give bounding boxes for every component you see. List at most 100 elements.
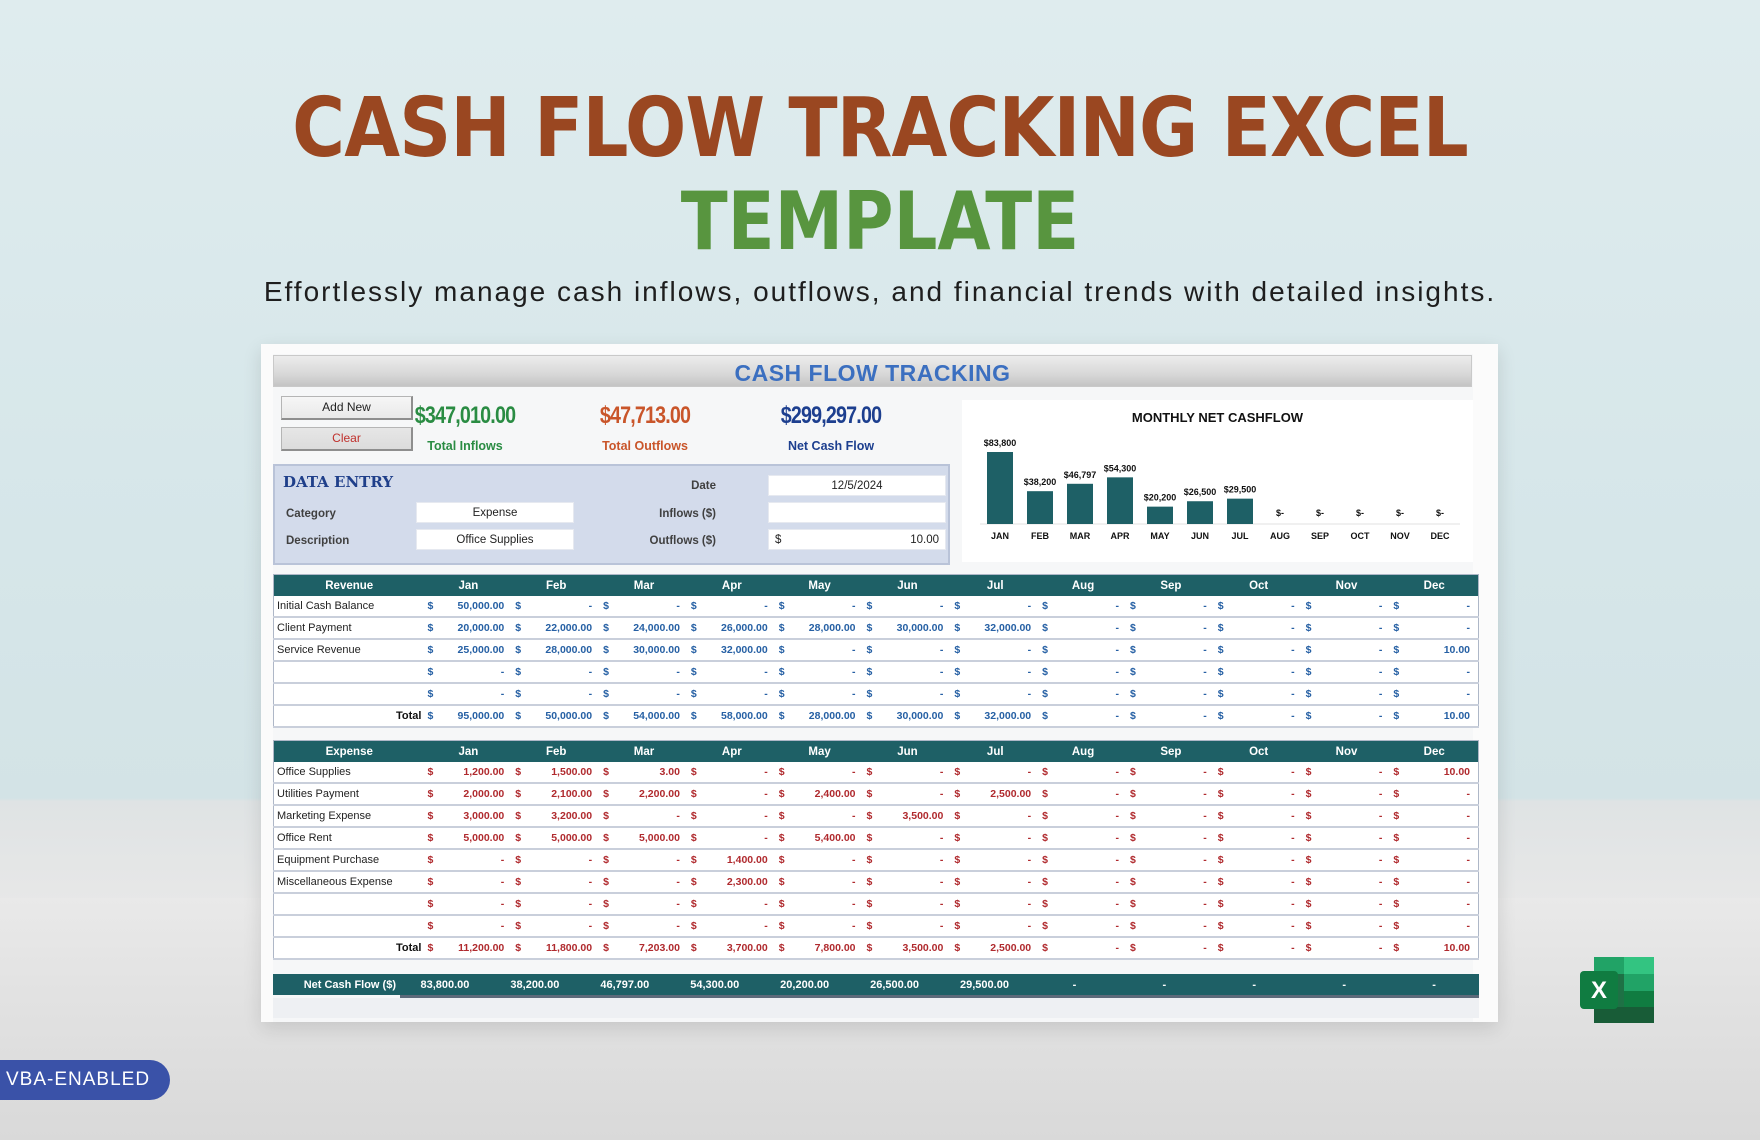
cell-value[interactable]: 1,500.00 (528, 762, 601, 784)
row-name[interactable]: Utilities Payment (273, 783, 425, 806)
cell-value[interactable]: - (1319, 617, 1391, 640)
cell-value[interactable]: - (967, 871, 1040, 894)
cell-value[interactable]: 1,400.00 (704, 849, 776, 872)
cell-value[interactable]: - (441, 683, 513, 706)
cell-value[interactable]: 3.00 (616, 762, 688, 784)
cell-value[interactable]: - (880, 871, 952, 894)
cell-value[interactable]: - (880, 827, 952, 850)
cell-value[interactable]: - (967, 827, 1040, 850)
cell-value[interactable]: 2,100.00 (528, 783, 601, 806)
cell-value[interactable]: - (1143, 827, 1215, 850)
date-field[interactable]: 12/5/2024 (768, 475, 946, 496)
cell-value[interactable]: - (1055, 639, 1127, 662)
cell-value[interactable]: 32,000.00 (704, 639, 776, 662)
inflows-field[interactable] (768, 502, 946, 523)
cell-value[interactable]: - (792, 683, 864, 706)
cell-value[interactable]: 3,500.00 (880, 805, 952, 828)
cell-value[interactable]: - (1319, 639, 1391, 662)
cell-value[interactable]: - (880, 762, 952, 784)
outflows-field[interactable]: $ 10.00 (768, 529, 946, 550)
cell-value[interactable]: 30,000.00 (616, 639, 688, 662)
cell-value[interactable]: - (1231, 893, 1303, 916)
cell-value[interactable]: 32,000.00 (967, 617, 1040, 640)
cell-value[interactable]: - (616, 915, 688, 938)
cell-value[interactable]: - (1407, 805, 1479, 828)
cell-value[interactable]: - (616, 893, 688, 916)
cell-value[interactable]: 5,000.00 (616, 827, 688, 850)
cell-value[interactable]: - (441, 893, 513, 916)
cell-value[interactable]: - (1231, 596, 1303, 618)
cell-value[interactable]: - (1407, 617, 1479, 640)
cell-value[interactable]: - (616, 661, 688, 684)
cell-value[interactable]: 10.00 (1407, 762, 1479, 784)
cell-value[interactable]: - (1055, 893, 1127, 916)
cell-value[interactable]: 28,000.00 (528, 639, 601, 662)
cell-value[interactable]: - (792, 871, 864, 894)
cell-value[interactable]: - (1055, 683, 1127, 706)
cell-value[interactable]: - (441, 871, 513, 894)
cell-value[interactable]: - (616, 805, 688, 828)
cell-value[interactable]: 2,500.00 (967, 783, 1040, 806)
cell-value[interactable]: - (1319, 683, 1391, 706)
cell-value[interactable]: - (792, 893, 864, 916)
cell-value[interactable]: - (1231, 639, 1303, 662)
row-name[interactable]: Service Revenue (273, 639, 425, 662)
cell-value[interactable]: - (1319, 783, 1391, 806)
cell-value[interactable]: - (1231, 617, 1303, 640)
cell-value[interactable]: - (1055, 827, 1127, 850)
cell-value[interactable]: - (1231, 783, 1303, 806)
cell-value[interactable]: - (528, 871, 601, 894)
cell-value[interactable]: - (616, 871, 688, 894)
description-field[interactable]: Office Supplies (416, 529, 574, 550)
cell-value[interactable]: - (1319, 762, 1391, 784)
cell-value[interactable]: 2,400.00 (792, 783, 864, 806)
cell-value[interactable]: - (880, 849, 952, 872)
cell-value[interactable]: - (792, 762, 864, 784)
cell-value[interactable]: - (704, 683, 776, 706)
cell-value[interactable]: - (1055, 617, 1127, 640)
cell-value[interactable]: - (1231, 849, 1303, 872)
cell-value[interactable]: 28,000.00 (792, 617, 864, 640)
add-new-button[interactable]: Add New (281, 396, 413, 420)
cell-value[interactable]: - (1055, 915, 1127, 938)
cell-value[interactable]: - (704, 827, 776, 850)
cell-value[interactable]: - (792, 661, 864, 684)
cell-value[interactable]: - (1231, 915, 1303, 938)
cell-value[interactable]: 5,000.00 (441, 827, 513, 850)
cell-value[interactable]: 22,000.00 (528, 617, 601, 640)
cell-value[interactable]: 3,200.00 (528, 805, 601, 828)
cell-value[interactable]: 1,200.00 (441, 762, 513, 784)
cell-value[interactable]: - (880, 893, 952, 916)
cell-value[interactable]: - (880, 783, 952, 806)
cell-value[interactable]: - (1055, 596, 1127, 618)
cell-value[interactable]: - (528, 849, 601, 872)
cell-value[interactable]: - (1319, 827, 1391, 850)
cell-value[interactable]: - (1143, 805, 1215, 828)
cell-value[interactable]: - (1407, 893, 1479, 916)
cell-value[interactable]: - (1143, 783, 1215, 806)
row-name[interactable] (273, 683, 425, 706)
cell-value[interactable]: - (1143, 661, 1215, 684)
cell-value[interactable]: - (704, 783, 776, 806)
cell-value[interactable]: - (528, 893, 601, 916)
cell-value[interactable]: - (1407, 683, 1479, 706)
cell-value[interactable]: - (792, 915, 864, 938)
cell-value[interactable]: - (1407, 661, 1479, 684)
cell-value[interactable]: - (967, 639, 1040, 662)
row-name[interactable]: Initial Cash Balance (273, 596, 425, 618)
cell-value[interactable]: - (1319, 915, 1391, 938)
cell-value[interactable]: - (704, 893, 776, 916)
cell-value[interactable]: - (1319, 849, 1391, 872)
cell-value[interactable]: 30,000.00 (880, 617, 952, 640)
cell-value[interactable]: - (1055, 805, 1127, 828)
cell-value[interactable]: - (704, 915, 776, 938)
cell-value[interactable]: - (528, 661, 601, 684)
row-name[interactable]: Miscellaneous Expense (273, 871, 425, 894)
cell-value[interactable]: - (880, 683, 952, 706)
cell-value[interactable]: - (967, 596, 1040, 618)
cell-value[interactable]: - (616, 683, 688, 706)
row-name[interactable] (273, 661, 425, 684)
cell-value[interactable]: - (967, 915, 1040, 938)
cell-value[interactable]: - (1231, 871, 1303, 894)
cell-value[interactable]: - (1407, 827, 1479, 850)
